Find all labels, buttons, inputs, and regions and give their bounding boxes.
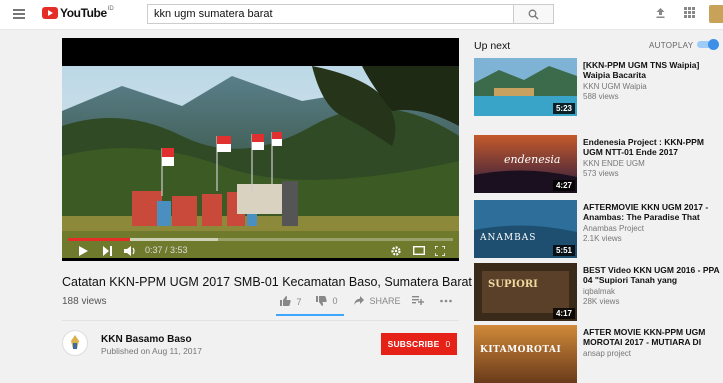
recommendation-item[interactable]: SUPIORI 4:17 BEST Video KKN UGM 2016 - P…: [474, 263, 723, 321]
video-thumbnail[interactable]: ANAMBAS 5:51: [474, 200, 577, 258]
more-actions-button[interactable]: [440, 296, 452, 306]
thumbs-down-icon: [316, 296, 327, 306]
search-icon: [528, 9, 539, 20]
recommendation-channel: Anambas Project: [583, 224, 644, 233]
more-dots-icon: [440, 299, 452, 303]
recommendation-item[interactable]: KITAMOROTAI AFTER MOVIE KKN-PPM UGM MORO…: [474, 325, 723, 383]
video-duration: 5:51: [552, 245, 575, 256]
progress-played: [68, 238, 130, 241]
fullscreen-icon[interactable]: [435, 246, 445, 256]
player-controls: 0:37 / 3:53: [62, 238, 459, 261]
video-duration: 4:27: [552, 180, 575, 191]
video-player[interactable]: 0:37 / 3:53: [62, 38, 459, 261]
video-thumbnail[interactable]: SUPIORI 4:17: [474, 263, 577, 321]
timecode: 0:37 / 3:53: [145, 245, 188, 255]
recommendation-channel: KKN UGM Waipia: [583, 82, 647, 91]
video-frame: [62, 66, 459, 258]
thumbnail-caption: SUPIORI: [488, 279, 538, 290]
autoplay-label: AUTOPLAY: [649, 41, 694, 50]
channel-name[interactable]: KKN Basamo Baso: [101, 334, 192, 345]
recommendation-views: 28K views: [583, 297, 620, 306]
youtube-play-icon: [42, 7, 58, 19]
recommendation-title[interactable]: AFTER MOVIE KKN-PPM UGM MOROTAI 2017 - M…: [583, 327, 723, 347]
like-button[interactable]: 7: [280, 296, 302, 307]
settings-gear-icon[interactable]: [391, 246, 401, 256]
recommendation-channel: KKN ENDE UGM: [583, 159, 645, 168]
view-count: 188 views: [62, 296, 107, 307]
apps-grid-icon[interactable]: [684, 7, 695, 18]
share-button[interactable]: SHARE: [354, 296, 401, 306]
recommendation-channel: ansap project: [583, 349, 632, 358]
sentiment-bar: [276, 314, 344, 316]
volume-icon[interactable]: [124, 246, 137, 256]
play-icon[interactable]: [79, 246, 88, 256]
recommendation-item[interactable]: endenesia 4:27 Endenesia Project : KKN-P…: [474, 135, 723, 193]
video-title: Catatan KKN-PPM UGM 2017 SMB-01 Kecamata…: [62, 275, 472, 289]
add-to-playlist-icon: [412, 296, 424, 305]
search-button[interactable]: [514, 4, 554, 24]
thumbnail-caption: KITAMOROTAI: [480, 345, 562, 355]
share-arrow-icon: [354, 296, 364, 305]
sentiment-likes-fill: [276, 314, 344, 316]
dislike-button[interactable]: 0: [316, 296, 338, 306]
video-duration: 5:23: [552, 103, 575, 114]
progress-buffered: [130, 238, 218, 241]
autoplay-toggle[interactable]: [697, 39, 719, 50]
recommendation-channel: iqbalmak: [583, 287, 616, 296]
channel-logo-icon: [71, 335, 79, 349]
subscribe-label: SUBSCRIBE: [387, 339, 440, 349]
video-thumbnail[interactable]: 5:23: [474, 58, 577, 116]
toggle-knob: [708, 39, 719, 50]
recommendation-title[interactable]: AFTERMOVIE KKN UGM 2017 - Anambas: The P…: [583, 202, 723, 222]
video-thumbnail[interactable]: endenesia 4:27: [474, 135, 577, 193]
recommendation-title[interactable]: Endenesia Project : KKN-PPM UGM NTT-01 E…: [583, 137, 723, 157]
up-next-heading: Up next: [474, 40, 511, 52]
masthead: YouTube ID kkn ugm sumatera barat: [0, 0, 723, 30]
subscribe-button[interactable]: SUBSCRIBE 0: [381, 333, 457, 355]
video-duration: 4:17: [552, 308, 575, 319]
divider: [62, 320, 459, 321]
add-to-playlist-button[interactable]: [412, 296, 424, 307]
theater-mode-icon[interactable]: [413, 246, 425, 255]
account-avatar[interactable]: [709, 5, 723, 23]
thumbs-up-icon: [280, 296, 291, 306]
share-label: SHARE: [369, 296, 401, 306]
next-icon[interactable]: [103, 246, 112, 256]
recommendation-views: 588 views: [583, 92, 619, 101]
upload-icon[interactable]: [655, 7, 666, 19]
thumbnail-caption: endenesia: [504, 153, 561, 166]
recommendation-item[interactable]: ANAMBAS 5:51 AFTERMOVIE KKN UGM 2017 - A…: [474, 200, 723, 258]
recommendation-views: 573 views: [583, 169, 619, 178]
youtube-logo[interactable]: YouTube ID: [42, 6, 114, 20]
menu-icon[interactable]: [13, 9, 25, 19]
dislike-count: 0: [332, 296, 338, 306]
video-thumbnail[interactable]: KITAMOROTAI: [474, 325, 577, 383]
thumbnail-caption: ANAMBAS: [480, 233, 537, 243]
recommendation-title[interactable]: [KKN-PPM UGM TNS Waipia] Waipia Bacarita: [583, 60, 723, 80]
logo-text: YouTube: [60, 6, 107, 20]
subscriber-count: 0: [445, 339, 451, 349]
progress-bar[interactable]: [68, 238, 453, 241]
search-input[interactable]: kkn ugm sumatera barat: [147, 4, 514, 24]
channel-avatar[interactable]: [62, 330, 88, 356]
recommendation-views: 2.1K views: [583, 234, 622, 243]
publish-date: Published on Aug 11, 2017: [101, 346, 202, 356]
recommendation-item[interactable]: 5:23 [KKN-PPM UGM TNS Waipia] Waipia Bac…: [474, 58, 723, 116]
logo-country: ID: [107, 6, 114, 12]
recommendation-title[interactable]: BEST Video KKN UGM 2016 - PPA 04 "Supior…: [583, 265, 723, 285]
like-count: 7: [296, 297, 302, 307]
